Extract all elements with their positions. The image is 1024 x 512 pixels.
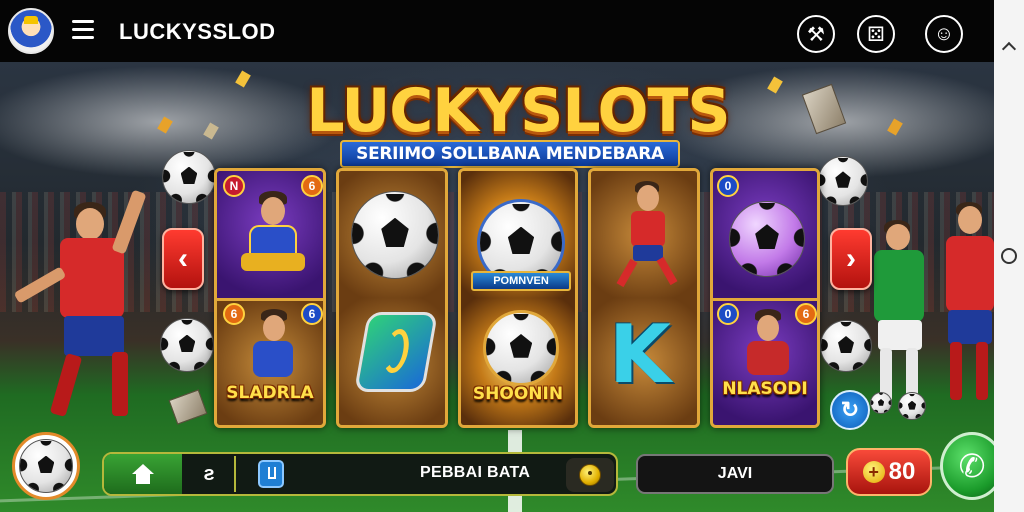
- coin-icon: [579, 464, 601, 486]
- player-portrait-icon: [241, 191, 305, 291]
- hamburger-menu-icon[interactable]: [72, 20, 94, 40]
- player-portrait-icon: [743, 309, 793, 379]
- coin-plus-icon: +: [862, 461, 885, 483]
- coin-button[interactable]: [566, 458, 614, 492]
- reel-3-symbol-top: POMNVEN: [461, 171, 575, 298]
- emerald-gem-icon: [353, 312, 439, 392]
- game-screen: LUCKYSLOTS SERIIMO SOLLBANA MENDEBARA N …: [0, 0, 1024, 512]
- player-left: [13, 180, 158, 430]
- soccer-ball: [162, 150, 216, 204]
- bet-label: PEBBAI BATA: [420, 464, 531, 481]
- reel-5[interactable]: 0 0 6 NLASODI: [710, 168, 820, 428]
- symbol-badge: 6: [301, 303, 323, 325]
- pick-tool-icon[interactable]: ⚒: [797, 15, 835, 53]
- reel-2-symbol-top: [339, 171, 445, 298]
- refresh-icon: ↻: [840, 397, 860, 422]
- reel-2[interactable]: [336, 168, 448, 428]
- symbol-label: NLASODI: [722, 379, 808, 399]
- symbol-badge: 6: [223, 303, 245, 325]
- mode-button[interactable]: ƨ: [184, 456, 236, 492]
- credit-button[interactable]: + 80: [846, 448, 932, 496]
- reel-1-symbol-top: N 6: [217, 171, 323, 298]
- soccer-ball-icon: [19, 439, 73, 493]
- emblem-ribbon: POMNVEN: [471, 271, 571, 291]
- symbol-badge: N: [223, 175, 245, 197]
- home-dot-icon[interactable]: [1001, 248, 1017, 264]
- home-icon: [132, 464, 154, 484]
- purple-ball-icon: [729, 201, 805, 277]
- support-icon[interactable]: ☺: [925, 15, 963, 53]
- symbol-label: SLADRLA: [226, 383, 314, 403]
- reel-5-symbol-bottom: 0 6 NLASODI: [713, 298, 817, 425]
- player-kicking-icon: [616, 181, 678, 291]
- reel-5-symbol-top: 0: [713, 171, 817, 298]
- reel-4[interactable]: K: [588, 168, 700, 428]
- symbol-badge: 0: [717, 303, 739, 325]
- app-title: LUCKYSSLOD: [119, 19, 276, 44]
- avatar[interactable]: [8, 8, 54, 54]
- soccer-ball-icon: [351, 191, 439, 279]
- soccer-ball-button[interactable]: [12, 432, 80, 500]
- soccer-ball: [160, 318, 214, 372]
- soccer-ball: [870, 392, 892, 414]
- reel-4-symbol-bottom: K: [591, 298, 697, 425]
- jav-field[interactable]: JAVI: [636, 454, 834, 494]
- phone-icon: ✆: [958, 448, 986, 484]
- reel-2-symbol-bottom: [339, 298, 445, 425]
- reel-1-symbol-bottom: 6 6 SLADRLA: [217, 298, 323, 425]
- game-subtitle-banner: SERIIMO SOLLBANA MENDEBARA: [340, 140, 680, 168]
- bag-button[interactable]: [258, 460, 284, 488]
- soccer-ball-icon: [483, 310, 559, 386]
- credit-value: 80: [888, 458, 916, 485]
- prev-arrow-button[interactable]: ‹: [162, 228, 204, 290]
- symbol-badge: 6: [301, 175, 323, 197]
- player-right-red: [932, 200, 1002, 420]
- reel-3[interactable]: POMNVEN SHOONIN: [458, 168, 578, 428]
- symbol-badge: 6: [795, 303, 817, 325]
- letter-k-icon: K: [609, 308, 671, 401]
- soccer-ball: [818, 156, 868, 206]
- slot-reels: N 6 6 6 SLADRLA POMNVEN SHOONIN K 0 0 6 …: [214, 168, 820, 428]
- refresh-button[interactable]: ↻: [830, 390, 870, 430]
- reel-3-symbol-bottom: SHOONIN: [461, 298, 575, 425]
- soccer-ball: [898, 392, 926, 420]
- dice-icon[interactable]: ⚄: [857, 15, 895, 53]
- player-portrait-icon: [251, 309, 295, 389]
- symbol-badge: 0: [717, 175, 739, 197]
- next-arrow-button[interactable]: ›: [830, 228, 872, 290]
- top-bar: LUCKYSSLOD ⚒ ⚄ ☺: [0, 0, 1024, 62]
- reel-1[interactable]: N 6 6 6 SLADRLA: [214, 168, 326, 428]
- home-button[interactable]: [104, 454, 182, 494]
- soccer-ball: [820, 320, 872, 372]
- symbol-label: SHOONIN: [472, 384, 564, 404]
- reel-4-symbol-top: [591, 171, 697, 298]
